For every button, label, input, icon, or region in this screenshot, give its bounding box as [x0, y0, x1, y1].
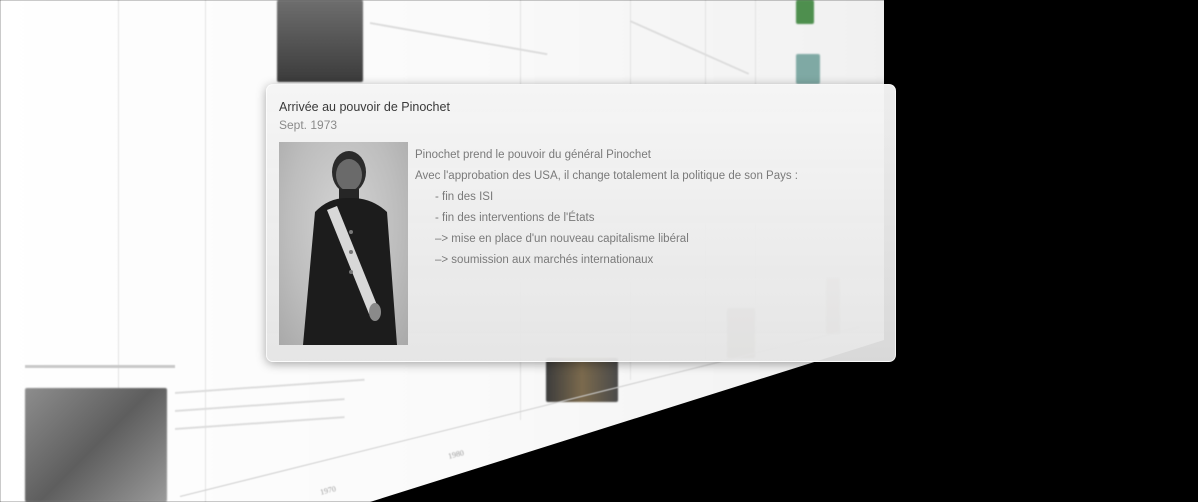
axis-tick-label: 1970 — [319, 484, 337, 497]
event-thumbnail[interactable] — [796, 0, 814, 24]
description-line: Pinochet prend le pouvoir du général Pin… — [415, 149, 651, 161]
event-thumbnail[interactable] — [796, 54, 820, 84]
event-thumbnail[interactable] — [25, 388, 167, 502]
bullet-item: - fin des interventions de l'États — [435, 212, 595, 224]
bullet-item: –> soumission aux marchés internationaux — [435, 254, 654, 266]
axis-tick-label: 1980 — [447, 448, 465, 461]
event-description-line — [174, 378, 365, 394]
bullet-item: –> mise en place d'un nouveau capitalism… — [435, 233, 689, 245]
event-title-line — [25, 365, 175, 368]
event-thumbnail[interactable] — [277, 0, 363, 82]
event-description-line — [174, 398, 345, 412]
event-title: Arrivée au pouvoir de Pinochet — [279, 100, 450, 114]
pinochet-photo — [279, 142, 408, 345]
event-date: Sept. 1973 — [279, 118, 338, 132]
description-line: Avec l'approbation des USA, il change to… — [415, 170, 798, 182]
event-popover[interactable]: Arrivée au pouvoir de Pinochet Sept. 197… — [266, 84, 896, 362]
event-description-line — [629, 20, 750, 75]
event-description: Pinochet prend le pouvoir du général Pin… — [415, 145, 875, 271]
event-description-line — [174, 416, 345, 430]
bullet-item: - fin des ISI — [435, 191, 494, 203]
